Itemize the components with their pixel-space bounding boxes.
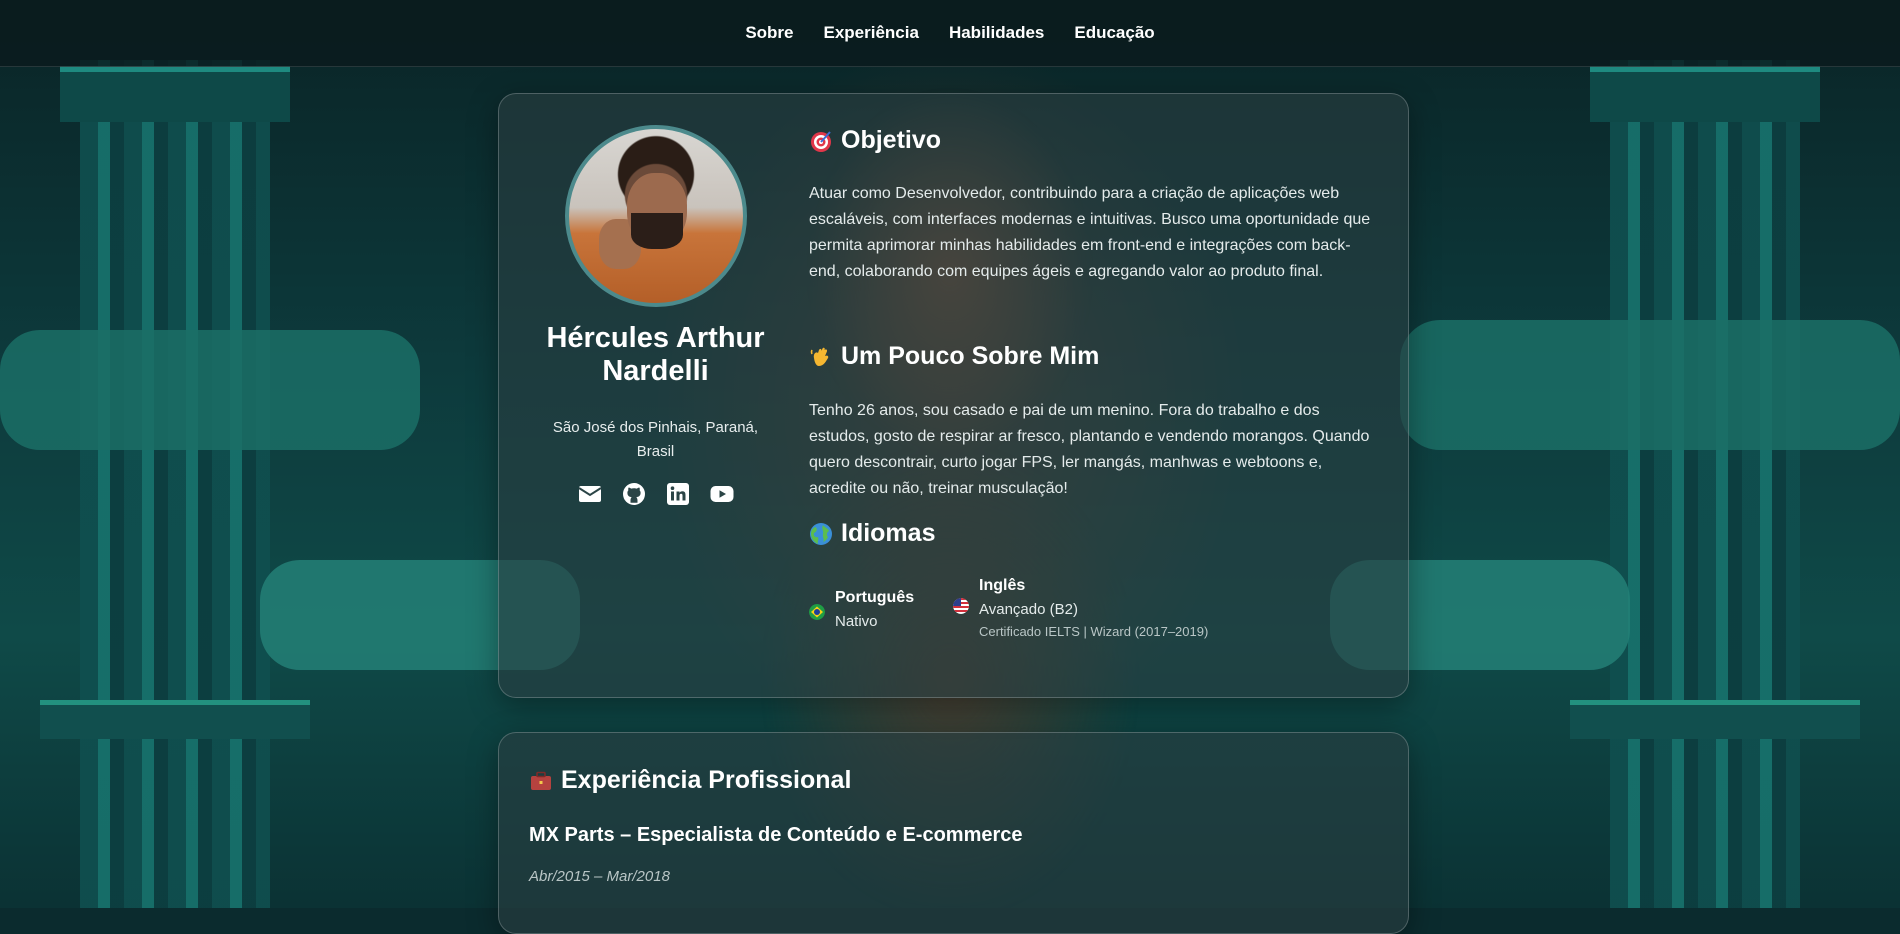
- top-nav: Sobre Experiência Habilidades Educação: [0, 0, 1900, 67]
- social-links: [499, 482, 812, 506]
- section-title-languages: Idiomas: [809, 519, 935, 548]
- language-info: Inglês Avançado (B2) Certificado IELTS |…: [979, 574, 1208, 642]
- profile-location: São José dos Pinhais, Paraná, Brasil: [552, 419, 759, 460]
- usa-flag-icon: [953, 598, 969, 614]
- nav-link-sobre[interactable]: Sobre: [745, 23, 793, 43]
- section-title-text: Um Pouco Sobre Mim: [841, 342, 1100, 370]
- language-note: Certificado IELTS | Wizard (2017–2019): [979, 624, 1209, 639]
- language-name: Português: [835, 589, 915, 606]
- avatar: [565, 125, 747, 307]
- left-pillar: [80, 60, 270, 908]
- language-info: Português Nativo: [835, 586, 914, 634]
- envelope-icon[interactable]: [577, 482, 602, 506]
- waving-hand-icon: [810, 347, 829, 366]
- right-pillar-cap: [1590, 66, 1820, 122]
- profile-name: Hércules Arthur Nardelli: [546, 322, 765, 387]
- cloud: [1400, 320, 1900, 450]
- objective-text: Atuar como Desenvolvedor, contribuindo p…: [809, 185, 1371, 280]
- language-item: Inglês Avançado (B2) Certificado IELTS |…: [953, 574, 1208, 642]
- job-dates: Abr/2015 – Mar/2018: [529, 868, 670, 885]
- right-pillar: [1610, 60, 1800, 908]
- about-text: Tenho 26 anos, sou casado e pai de um me…: [809, 402, 1370, 497]
- globe-icon: [810, 522, 832, 545]
- nav-link-experiencia[interactable]: Experiência: [824, 23, 919, 43]
- language-name: Inglês: [979, 577, 1026, 594]
- profile-card: Hércules Arthur Nardelli São José dos Pi…: [498, 93, 1409, 698]
- section-title-text: Objetivo: [841, 126, 942, 154]
- section-title-objective: Objetivo: [809, 126, 941, 155]
- section-title-text: Experiência Profissional: [561, 766, 852, 794]
- experience-card: Experiência Profissional MX Parts – Espe…: [498, 732, 1409, 934]
- nav-link-educacao[interactable]: Educação: [1074, 23, 1154, 43]
- right-pillar-base: [1570, 700, 1860, 739]
- youtube-icon[interactable]: [710, 482, 734, 506]
- brazil-flag-icon: [809, 604, 825, 620]
- language-item: Português Nativo: [809, 586, 914, 634]
- left-pillar-cap: [60, 66, 290, 122]
- github-icon[interactable]: [622, 482, 646, 506]
- language-level: Nativo: [835, 613, 878, 630]
- section-title-text: Idiomas: [841, 519, 936, 547]
- language-level: Avançado (B2): [979, 601, 1078, 618]
- briefcase-icon: [531, 771, 551, 790]
- cloud: [0, 330, 420, 450]
- linkedin-icon[interactable]: [666, 482, 690, 506]
- avatar-beard: [631, 213, 683, 249]
- job-title: MX Parts – Especialista de Conteúdo e E-…: [529, 824, 1023, 846]
- section-title-about: Um Pouco Sobre Mim: [809, 342, 1099, 371]
- section-title-experience: Experiência Profissional: [529, 766, 851, 795]
- target-icon: [811, 130, 831, 152]
- left-pillar-base: [40, 700, 310, 739]
- nav-link-habilidades[interactable]: Habilidades: [949, 23, 1044, 43]
